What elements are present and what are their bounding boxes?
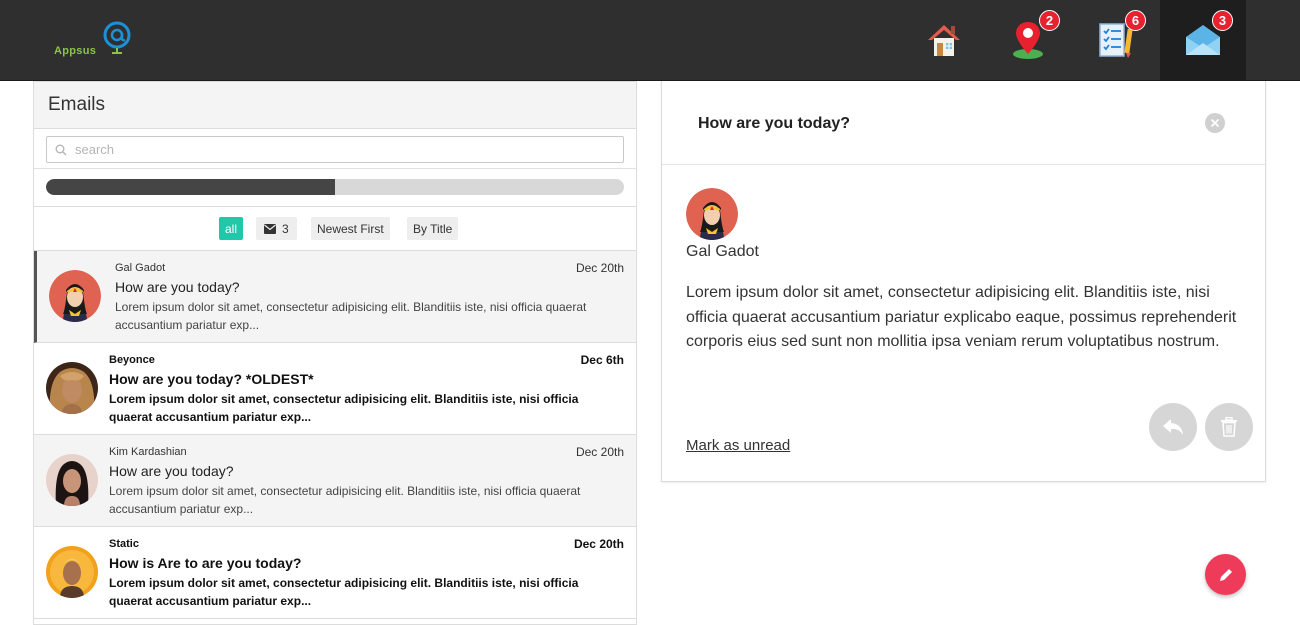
appsus-logo[interactable]: Appsus	[52, 20, 142, 60]
email-snippet: Lorem ipsum dolor sit amet, consectetur …	[109, 484, 581, 516]
filter-bar: all 3 Newest First By Title	[34, 207, 636, 251]
email-from: Gal Gadot	[115, 262, 166, 274]
email-snippet: Lorem ipsum dolor sit amet, consectetur …	[109, 576, 579, 608]
nav-home[interactable]	[901, 0, 987, 80]
panel-title-bar: Emails	[34, 81, 636, 129]
detail-header: How are you today?	[662, 81, 1265, 165]
email-from: Beyonce	[109, 354, 155, 366]
static-photo-avatar	[46, 546, 98, 598]
search-input[interactable]	[47, 137, 623, 162]
filter-all-button[interactable]: all	[219, 217, 244, 240]
email-row[interactable]: Beyonce Dec 6th How are you today? *OLDE…	[34, 343, 636, 435]
email-row[interactable]: Kim Kardashian Dec 20th How are you toda…	[34, 435, 636, 527]
reply-icon	[1163, 419, 1183, 435]
email-row[interactable]: Gal Gadot Dec 20th How are you today? Lo…	[34, 251, 636, 343]
email-date: Dec 20th	[573, 537, 624, 551]
detail-subject: How are you today?	[698, 115, 851, 132]
logo-text: Appsus	[54, 45, 97, 57]
email-from: Static	[109, 538, 139, 550]
compose-button[interactable]	[1205, 554, 1246, 595]
beyonce-photo-avatar	[46, 362, 98, 414]
detail-body: Lorem ipsum dolor sit amet, consectetur …	[686, 284, 1237, 350]
notes-badge: 6	[1125, 10, 1146, 31]
email-date: Dec 20th	[575, 445, 624, 459]
search-bar	[34, 129, 636, 169]
email-snippet: Lorem ipsum dolor sit amet, consectetur …	[109, 392, 579, 424]
panel-title: Emails	[48, 94, 106, 115]
sort-newest-button[interactable]: Newest First	[311, 217, 390, 240]
globe-at-icon	[103, 21, 131, 54]
reply-button[interactable]	[1149, 403, 1197, 451]
house-icon	[928, 25, 960, 56]
email-date: Dec 6th	[580, 353, 624, 367]
close-button[interactable]	[1205, 113, 1225, 133]
email-from: Kim Kardashian	[109, 446, 187, 458]
email-badge: 3	[1212, 10, 1233, 31]
email-list-panel: Emails all 3 Newest First By Title	[33, 81, 637, 625]
email-subject: How are you today?	[115, 279, 240, 295]
email-snippet: Lorem ipsum dolor sit amet, consectetur …	[115, 300, 587, 332]
kim-photo-avatar	[46, 454, 98, 506]
detail-from: Gal Gadot	[686, 243, 759, 260]
wonder-woman-avatar	[49, 270, 101, 322]
sort-title-button[interactable]: By Title	[407, 217, 459, 240]
progress-track	[46, 179, 624, 195]
progress-fill	[46, 179, 335, 195]
unread-count: 3	[282, 221, 289, 236]
search-box	[46, 136, 624, 163]
read-progress	[34, 169, 636, 207]
email-subject: How are you today? *OLDEST*	[109, 371, 314, 387]
filter-unread-button[interactable]: 3	[256, 217, 297, 240]
nav-email[interactable]: 3	[1160, 0, 1246, 80]
pencil-icon	[1219, 568, 1232, 581]
nav-notes[interactable]: 6	[1073, 0, 1159, 80]
app-header: Appsus 2 6 3	[0, 0, 1300, 81]
nav-maps[interactable]: 2	[987, 0, 1073, 80]
email-row[interactable]: Static Dec 20th How is Are to are you to…	[34, 527, 636, 619]
trash-icon	[1221, 417, 1237, 437]
wonder-woman-avatar	[686, 188, 738, 240]
close-icon	[1210, 118, 1220, 128]
mark-unread-link[interactable]: Mark as unread	[686, 437, 790, 454]
delete-button[interactable]	[1205, 403, 1253, 451]
email-detail-panel: How are you today? Gal Gadot Lorem ipsum…	[661, 81, 1266, 482]
email-subject: How are you today?	[109, 463, 234, 479]
search-icon	[55, 144, 67, 156]
email-date: Dec 20th	[575, 261, 624, 275]
email-subject: How is Are to are you today?	[109, 555, 302, 571]
envelope-icon	[264, 223, 276, 234]
maps-badge: 2	[1039, 10, 1060, 31]
